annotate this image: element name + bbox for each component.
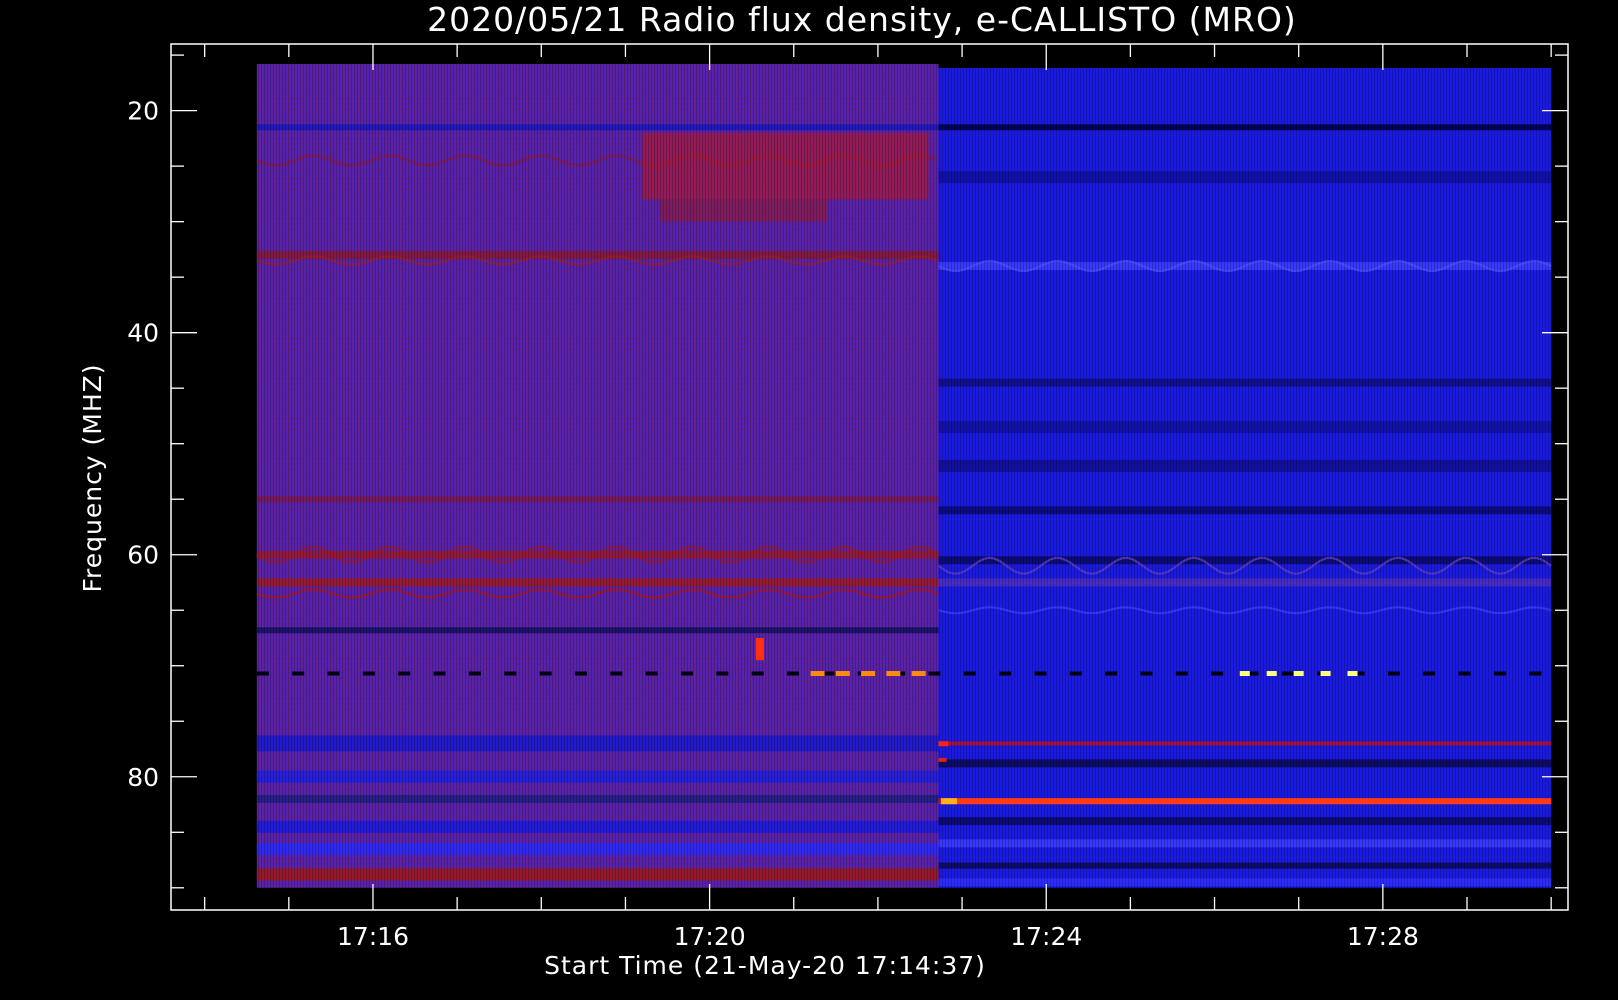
dashed-artifact <box>1105 671 1118 676</box>
x-tick-label: 17:20 <box>674 922 746 951</box>
dashed-artifact <box>1423 671 1436 676</box>
spectrogram-image <box>256 63 1552 888</box>
dashed-artifact <box>645 671 658 676</box>
y-tick-label: 40 <box>127 319 159 348</box>
dashed-artifact <box>1281 671 1294 676</box>
dashed-artifact <box>716 671 729 676</box>
bright-dash <box>886 671 901 677</box>
seam-artifact <box>938 757 947 762</box>
dashed-artifact <box>1493 671 1506 676</box>
y-tick-label: 80 <box>127 763 159 792</box>
dashed-artifact <box>963 671 976 676</box>
dashed-artifact <box>1458 671 1471 676</box>
bright-dash <box>1293 671 1304 677</box>
dashed-artifact <box>1175 671 1188 676</box>
dashed-artifact <box>1387 671 1400 676</box>
bright-dash <box>1239 671 1250 677</box>
dashed-artifact <box>1069 671 1082 676</box>
x-axis-title: Start Time (21-May-20 17:14:37) <box>544 951 986 980</box>
small-burst <box>755 637 764 661</box>
dashed-artifact <box>468 671 481 676</box>
dashed-artifact <box>928 671 941 676</box>
spectrogram-svg: 17:16 17:20 17:24 17:28 20 40 60 80 2020… <box>78 0 1569 980</box>
dashed-artifact <box>504 671 517 676</box>
y-tick-label: 60 <box>127 541 159 570</box>
dashed-artifact <box>433 671 446 676</box>
dashed-artifact <box>610 671 623 676</box>
dashed-artifact <box>398 671 411 676</box>
dashed-artifact <box>1034 671 1047 676</box>
dashed-artifact <box>574 671 587 676</box>
seam-artifact <box>938 741 949 747</box>
dashed-artifact <box>327 671 340 676</box>
bright-dash <box>1347 671 1358 677</box>
dashed-artifact <box>362 671 375 676</box>
strong-band-start <box>941 798 958 805</box>
chart-title: 2020/05/21 Radio flux density, e-CALLIST… <box>427 0 1297 39</box>
strong-band <box>941 798 1552 805</box>
x-tick-label: 17:24 <box>1010 922 1082 951</box>
spectrogram-chart: 17:16 17:20 17:24 17:28 20 40 60 80 2020… <box>0 0 1618 1000</box>
dashed-artifact <box>787 671 800 676</box>
vertical-striations <box>256 63 1552 888</box>
y-tick-label: 20 <box>127 97 159 126</box>
bright-dash <box>911 671 926 677</box>
dashed-artifact <box>1211 671 1224 676</box>
y-axis-title: Frequency (MHZ) <box>78 363 107 592</box>
bright-dash <box>861 671 876 677</box>
x-tick-label: 17:28 <box>1347 922 1419 951</box>
dashed-artifact <box>539 671 552 676</box>
dashed-artifact <box>751 671 764 676</box>
dashed-artifact <box>680 671 693 676</box>
dashed-artifact <box>1529 671 1542 676</box>
dashed-artifact <box>256 671 269 676</box>
bright-dash <box>1266 671 1277 677</box>
bright-dash <box>835 671 850 677</box>
dashed-artifact <box>1140 671 1153 676</box>
dashed-artifact <box>292 671 305 676</box>
y-tick-labels: 20 40 60 80 <box>127 97 159 792</box>
bright-dash <box>1320 671 1331 677</box>
x-tick-labels: 17:16 17:20 17:24 17:28 <box>337 922 1419 951</box>
dashed-artifact <box>999 671 1012 676</box>
bright-dash <box>810 671 825 677</box>
x-tick-label: 17:16 <box>337 922 409 951</box>
